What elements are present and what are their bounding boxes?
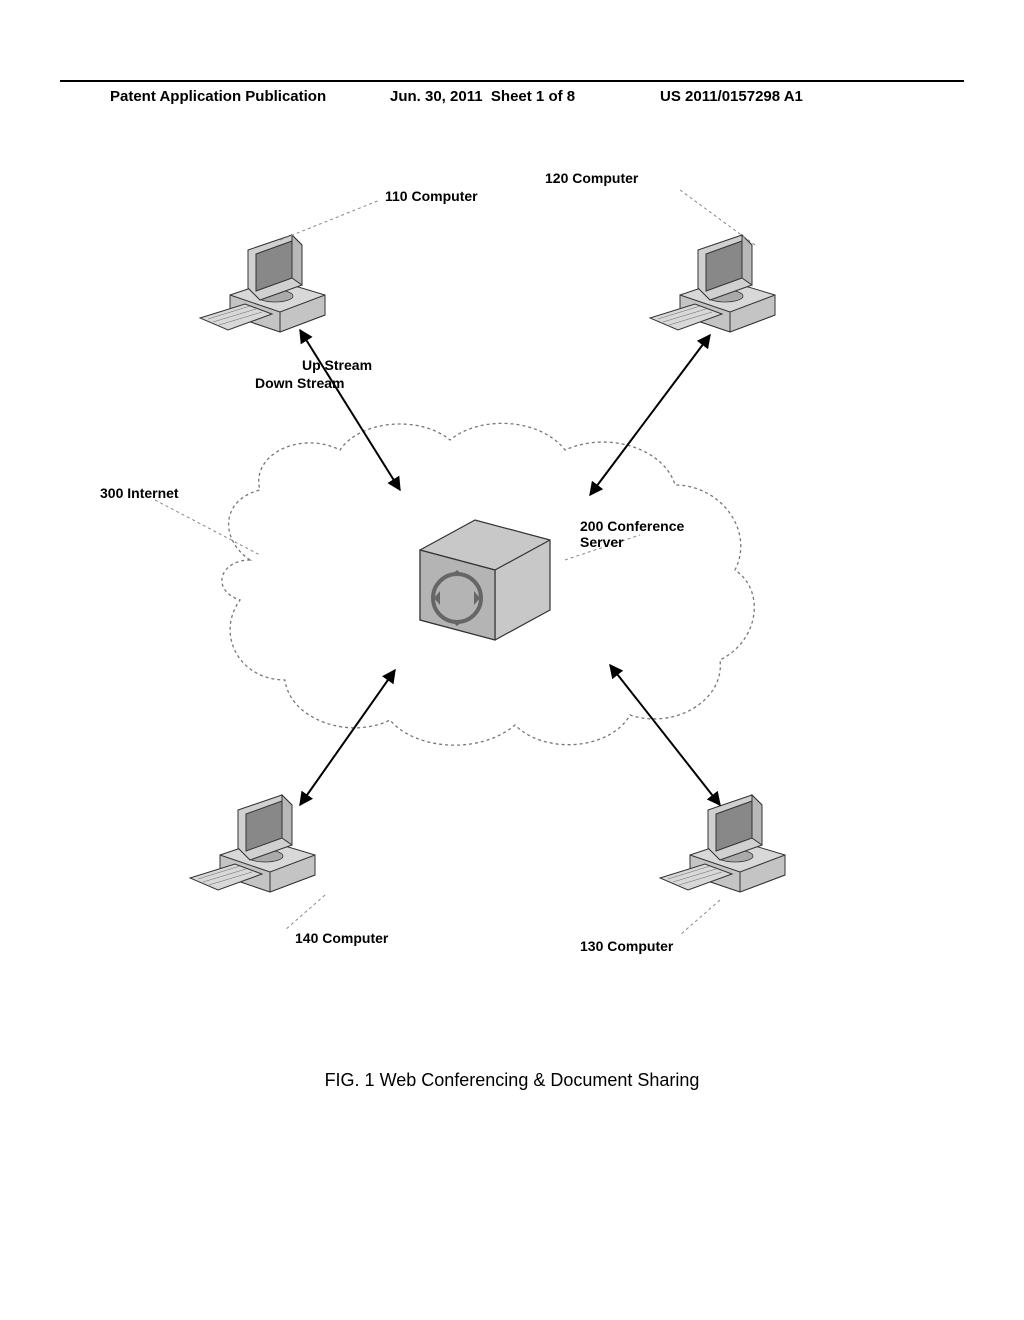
computer-120-icon: [650, 235, 775, 332]
figure-caption: FIG. 1 Web Conferencing & Document Shari…: [0, 1070, 1024, 1091]
header-pubno: US 2011/0157298 A1: [660, 88, 803, 105]
label-110: 110 Computer: [385, 188, 478, 204]
leader-internet: [155, 500, 260, 555]
header-date-sheet: Jun. 30, 2011 Sheet 1 of 8: [390, 88, 575, 105]
server-icon: [420, 520, 550, 640]
link-120-server: [590, 335, 710, 495]
leader-110: [280, 200, 380, 240]
header-rule: [60, 80, 964, 82]
computer-140-icon: [190, 795, 315, 892]
label-server: 200 Conference Server: [580, 518, 710, 550]
label-downstream: Down Stream: [255, 375, 344, 391]
diagram-svg: [100, 160, 920, 1010]
leader-130: [680, 900, 720, 935]
network-diagram: 110 Computer 120 Computer 300 Internet 1…: [100, 160, 920, 1010]
link-140-server: [300, 670, 395, 805]
header-publication: Patent Application Publication: [110, 88, 326, 105]
label-upstream: Up Stream: [302, 357, 372, 373]
computer-130-icon: [660, 795, 785, 892]
link-130-server: [610, 665, 720, 805]
leader-140: [285, 895, 325, 930]
label-internet: 300 Internet: [100, 485, 179, 501]
leader-120: [680, 190, 755, 245]
label-140: 140 Computer: [295, 930, 388, 946]
computer-110-icon: [200, 235, 325, 332]
label-130: 130 Computer: [580, 938, 673, 954]
label-120: 120 Computer: [545, 170, 638, 186]
link-110-server: [300, 330, 400, 490]
